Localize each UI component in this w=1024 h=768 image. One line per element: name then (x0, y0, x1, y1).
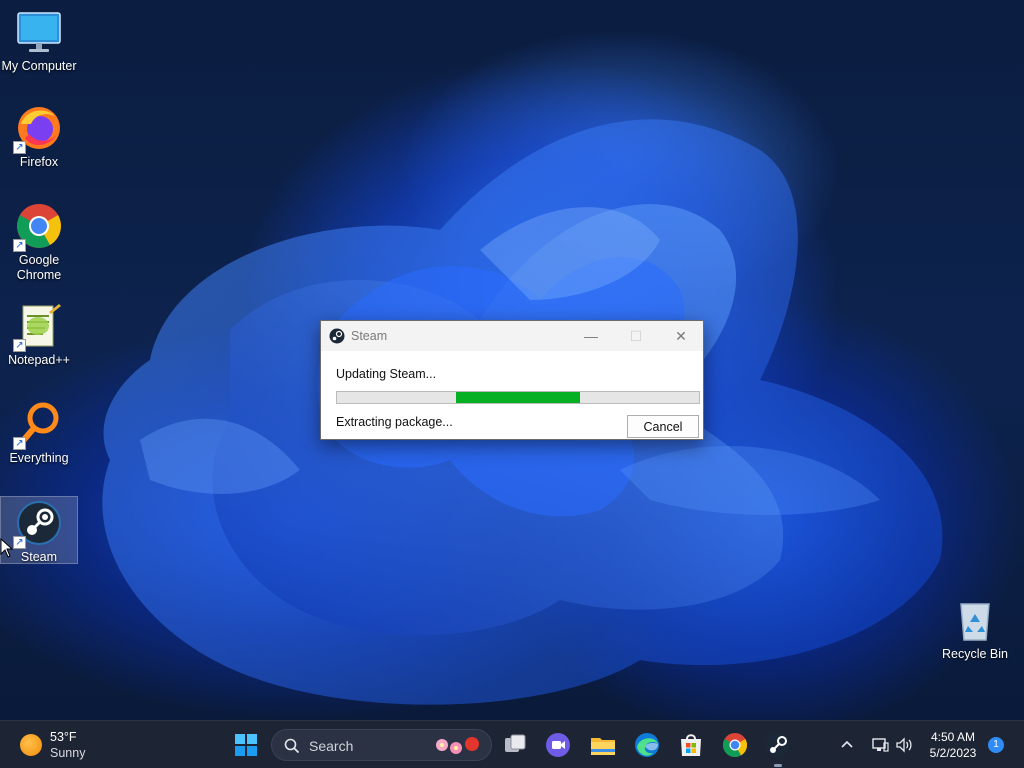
maximize-button[interactable]: ☐ (613, 321, 659, 351)
dialog-title: Steam (351, 329, 388, 343)
taskbar: 53°F Sunny Search 4:50 AM 5/2/2023 1 (0, 720, 1024, 768)
mouse-cursor-icon (0, 538, 14, 558)
monitor-icon (15, 8, 63, 56)
shortcut-arrow-icon: ↗ (13, 239, 26, 252)
search-icon (284, 738, 300, 754)
desktop-icon-google-chrome[interactable]: ↗ Google Chrome (0, 202, 78, 283)
chrome-icon: ↗ (13, 202, 63, 252)
firefox-icon: ↗ (13, 104, 63, 154)
search-placeholder: Search (309, 738, 354, 754)
maximize-icon: ☐ (629, 328, 643, 344)
shortcut-arrow-icon: ↗ (13, 141, 26, 154)
desktop-icon-firefox[interactable]: ↗ Firefox (0, 104, 78, 170)
close-icon: ✕ (675, 328, 687, 344)
taskbar-search-box[interactable]: Search (271, 729, 492, 761)
progress-fill (456, 392, 580, 403)
desktop-icon-recycle-bin[interactable]: Recycle Bin (936, 596, 1014, 662)
desktop-icon-notepad-plus-plus[interactable]: ↗ Notepad++ (0, 302, 78, 368)
desktop-icon-everything[interactable]: ↗ Everything (0, 400, 78, 466)
shortcut-arrow-icon: ↗ (13, 437, 26, 450)
steam-update-dialog: Steam — ☐ ✕ Updating Steam... Extracting… (320, 320, 704, 440)
meet-icon (546, 733, 570, 757)
file-explorer-button[interactable] (587, 729, 619, 761)
recycle-bin-icon (951, 596, 999, 644)
clock-time: 4:50 AM (930, 730, 976, 744)
shortcut-arrow-icon: ↗ (13, 339, 26, 352)
edge-icon (635, 733, 659, 757)
start-button[interactable] (230, 729, 262, 761)
steam-icon (766, 733, 790, 757)
file-explorer-icon (591, 738, 615, 755)
desktop-icon-label: My Computer (1, 59, 77, 73)
shortcut-arrow-icon: ↗ (13, 536, 26, 549)
edge-button[interactable] (631, 729, 663, 761)
weather-condition: Sunny (50, 746, 86, 760)
dialog-titlebar[interactable]: Steam — ☐ ✕ (321, 321, 703, 351)
desktop-icon-label: Notepad++ (8, 353, 70, 367)
desktop-icon-my-computer[interactable]: My Computer (0, 8, 78, 74)
desktop-icon-label: Firefox (19, 155, 59, 169)
weather-widget[interactable]: 53°F Sunny (12, 727, 122, 763)
store-icon (681, 734, 701, 756)
desktop-icon-label: Recycle Bin (942, 647, 1008, 661)
update-status-text: Updating Steam... (336, 367, 437, 381)
steam-icon: ↗ (13, 499, 63, 549)
chrome-icon (722, 733, 748, 758)
volume-icon[interactable] (894, 735, 914, 755)
chevron-up-icon[interactable] (838, 736, 856, 754)
sun-icon (20, 734, 42, 756)
task-view-icon (505, 734, 526, 752)
magnifier-icon: ↗ (13, 400, 63, 450)
chrome-taskbar-button[interactable] (719, 729, 751, 761)
weather-temperature: 53°F (50, 730, 77, 744)
search-highlight-flowers-icon (436, 737, 479, 754)
notepad-plus-plus-icon: ↗ (13, 302, 63, 352)
update-detail-text: Extracting package... (336, 415, 453, 429)
minimize-icon: — (584, 328, 598, 344)
meet-button[interactable] (542, 729, 574, 761)
steam-icon (329, 328, 345, 344)
desktop-icon-label: Google Chrome (16, 253, 62, 282)
windows-logo-icon (235, 734, 257, 756)
task-view-button[interactable] (499, 729, 531, 761)
desktop-icon-label: Everything (9, 451, 69, 465)
steam-taskbar-button[interactable] (762, 729, 794, 761)
system-clock[interactable]: 4:50 AM 5/2/2023 (920, 729, 986, 761)
store-button[interactable] (675, 729, 707, 761)
cancel-button[interactable]: Cancel (627, 415, 699, 438)
clock-date: 5/2/2023 (929, 746, 977, 760)
network-icon[interactable] (870, 735, 890, 755)
update-progress-bar (336, 391, 700, 404)
close-button[interactable]: ✕ (658, 321, 704, 351)
running-indicator (774, 764, 782, 767)
notification-badge[interactable]: 1 (988, 737, 1004, 753)
minimize-button[interactable]: — (568, 321, 614, 351)
